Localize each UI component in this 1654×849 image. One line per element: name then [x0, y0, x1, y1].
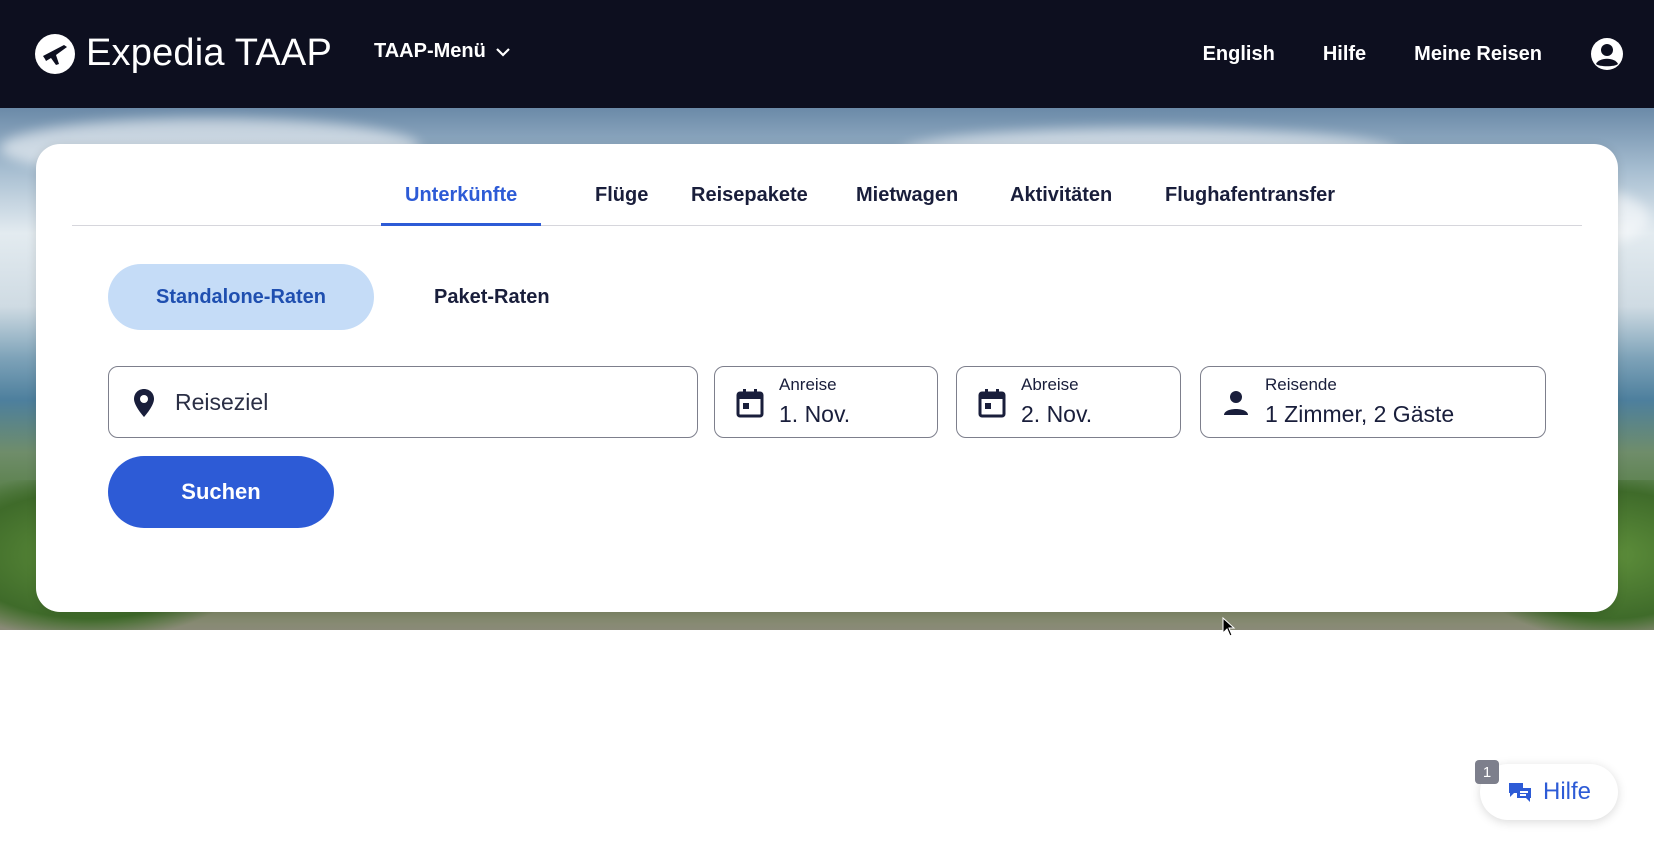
checkout-label: Abreise: [1021, 375, 1079, 394]
mouse-cursor-icon: [1222, 617, 1236, 637]
checkout-value: 2. Nov.: [1021, 401, 1093, 427]
checkin-value: 1. Nov.: [779, 401, 851, 427]
tab-packages[interactable]: Reisepakete: [667, 180, 832, 226]
chevron-down-icon: [496, 47, 510, 57]
account-icon[interactable]: [1590, 37, 1624, 71]
person-icon: [1224, 391, 1248, 415]
brand-name: Expedia TAAP: [86, 32, 333, 74]
help-chat-button[interactable]: Hilfe: [1480, 764, 1618, 820]
tab-activities[interactable]: Aktivitäten: [986, 180, 1136, 226]
product-tabs: Unterkünfte Flüge Reisepakete Mietwagen …: [72, 180, 1582, 226]
destination-placeholder: Reiseziel: [175, 389, 269, 415]
standalone-rates-option[interactable]: Standalone-Raten: [108, 264, 375, 330]
rate-type-toggle: Standalone-Raten Paket-Raten: [108, 264, 598, 330]
map-pin-icon: [134, 389, 154, 417]
checkin-date-field[interactable]: Anreise 1. Nov.: [714, 366, 938, 438]
language-link[interactable]: English: [1203, 43, 1275, 66]
tab-flights[interactable]: Flüge: [571, 180, 672, 226]
search-card: Unterkünfte Flüge Reisepakete Mietwagen …: [36, 144, 1618, 612]
tab-airport-transfer[interactable]: Flughafentransfer: [1141, 180, 1359, 226]
top-navigation-bar: Expedia TAAP TAAP-Menü English Hilfe Mei…: [0, 0, 1654, 108]
travelers-value: 1 Zimmer, 2 Gäste: [1265, 401, 1455, 427]
header-nav: English Hilfe Meine Reisen: [1203, 0, 1654, 108]
plane-logo-icon: [35, 33, 75, 74]
tab-cars[interactable]: Mietwagen: [832, 180, 982, 226]
checkout-date-field[interactable]: Abreise 2. Nov.: [956, 366, 1181, 438]
notification-badge: 1: [1475, 760, 1499, 784]
brand-logo[interactable]: Expedia TAAP: [34, 32, 332, 75]
calendar-icon: [978, 389, 1006, 418]
checkin-label: Anreise: [779, 375, 837, 394]
travelers-label: Reisende: [1265, 375, 1337, 394]
travelers-field[interactable]: Reisende 1 Zimmer, 2 Gäste: [1200, 366, 1546, 438]
my-trips-link[interactable]: Meine Reisen: [1414, 43, 1542, 66]
package-rates-option[interactable]: Paket-Raten: [386, 264, 598, 330]
search-button[interactable]: Suchen: [108, 456, 334, 528]
calendar-icon: [736, 389, 764, 418]
help-chat-label: Hilfe: [1542, 778, 1591, 805]
taap-menu-label: TAAP-Menü: [374, 40, 486, 62]
tab-stays[interactable]: Unterkünfte: [381, 180, 542, 226]
taap-menu-dropdown[interactable]: TAAP-Menü: [374, 40, 510, 63]
help-link[interactable]: Hilfe: [1323, 43, 1366, 66]
chat-bubbles-icon: [1508, 783, 1531, 802]
destination-input[interactable]: Reiseziel: [108, 366, 698, 438]
